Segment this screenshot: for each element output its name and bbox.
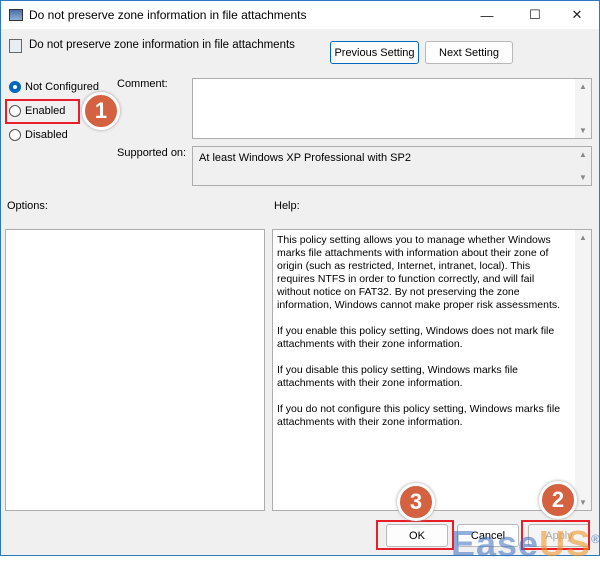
help-paragraph: If you do not configure this policy sett… [277,403,561,428]
close-button[interactable]: ✕ [555,1,599,29]
radio-label: Not Configured [25,81,99,93]
radio-not-configured[interactable]: Not Configured [9,81,99,93]
help-paragraph: If you enable this policy setting, Windo… [277,325,555,350]
step-badge-1: 1 [82,92,120,130]
radio-icon [9,129,21,141]
maximize-button[interactable]: ☐ [513,1,557,29]
radio-disabled[interactable]: Disabled [9,129,68,141]
policy-setting-icon [9,39,22,53]
watermark-text: ® [591,532,600,546]
options-label: Options: [7,200,48,212]
comment-scrollbar[interactable]: ▲ ▼ [575,79,591,138]
help-scrollbar[interactable]: ▲ ▼ [575,230,591,510]
help-panel: This policy setting allows you to manage… [272,229,592,511]
watermark-text: US [539,523,592,564]
next-setting-button[interactable]: Next Setting [425,41,513,64]
minimize-button[interactable]: — [465,1,509,29]
help-paragraph: This policy setting allows you to manage… [277,234,561,311]
easeus-watermark: EaseUS® [451,523,600,565]
help-label: Help: [274,200,300,212]
title-bar: Do not preserve zone information in file… [1,1,599,29]
radio-label: Disabled [25,129,68,141]
step-badge-3: 3 [397,483,435,521]
policy-name: Do not preserve zone information in file… [29,39,295,51]
policy-dialog: Do not preserve zone information in file… [0,0,600,564]
policy-editor-icon [9,9,23,21]
highlight-ok [376,520,454,550]
supported-on-label: Supported on: [117,147,187,159]
previous-setting-button[interactable]: Previous Setting [330,41,419,64]
highlight-enabled [5,99,80,124]
comment-label: Comment: [117,78,168,90]
comment-input[interactable]: ▲ ▼ [192,78,592,139]
watermark-text: Ease [451,523,540,564]
supported-on-value: At least Windows XP Professional with SP… [199,152,411,164]
supported-on-field: At least Windows XP Professional with SP… [192,146,592,186]
radio-selected-icon [9,81,21,93]
options-panel [5,229,265,511]
window-title: Do not preserve zone information in file… [29,8,307,22]
help-paragraph: If you disable this policy setting, Wind… [277,364,519,389]
step-badge-2: 2 [539,481,577,519]
supported-scrollbar[interactable]: ▲ ▼ [575,147,591,185]
